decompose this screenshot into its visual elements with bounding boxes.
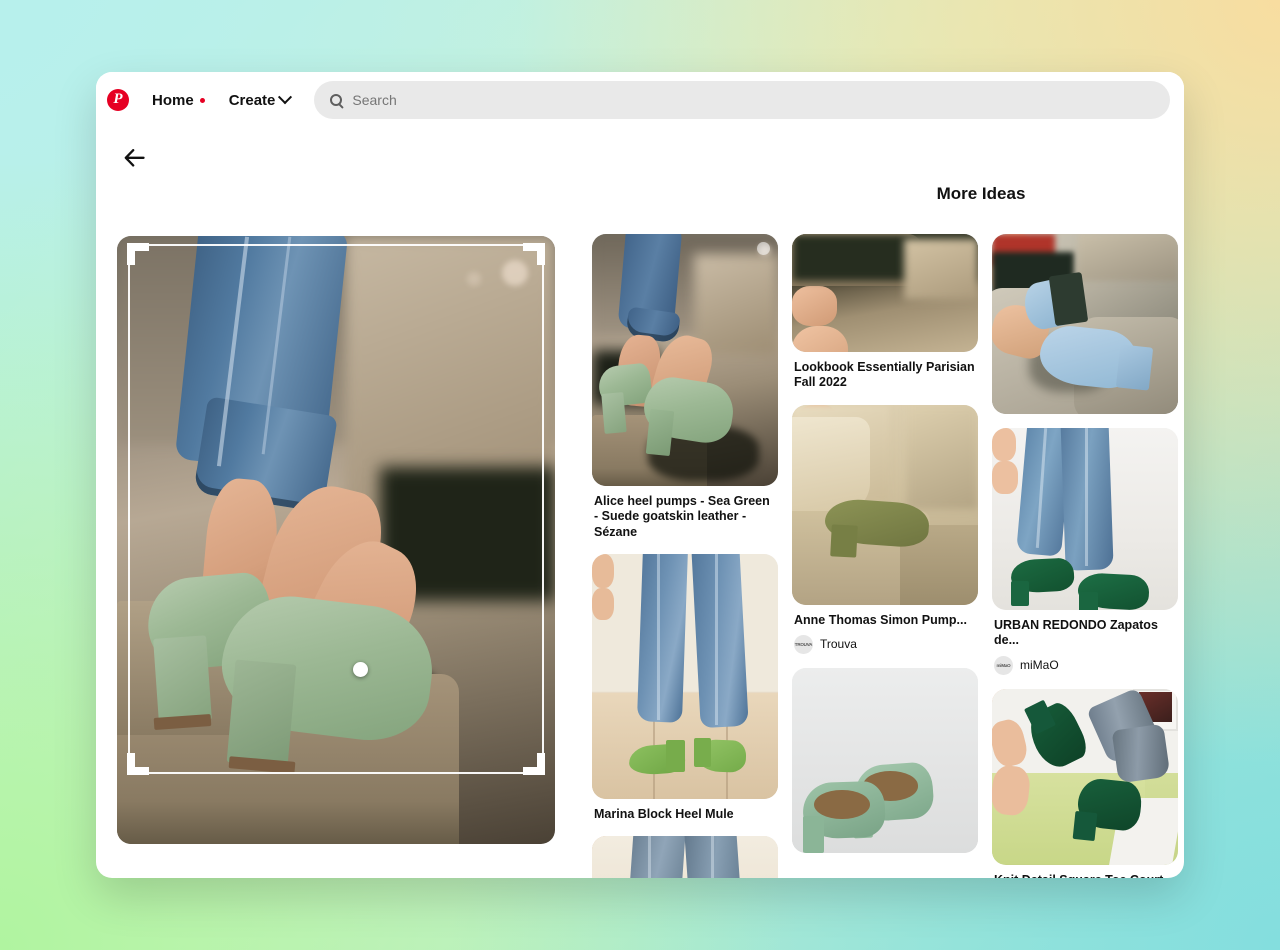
- pin-title: Marina Block Heel Mule: [592, 807, 778, 822]
- page-title: More Ideas: [686, 184, 1184, 204]
- pin-card[interactable]: [792, 668, 978, 853]
- crop-handle-bottom-left-vertical[interactable]: [127, 753, 135, 775]
- pin-scene: [592, 554, 778, 799]
- attribution-name: miMaO: [1020, 658, 1059, 672]
- pin-scene: [992, 689, 1178, 865]
- pinterest-app-window: P Home Create More Ideas: [96, 72, 1184, 878]
- pin-card[interactable]: URBAN REDONDO Zapatos de... miMaO miMaO: [992, 428, 1178, 675]
- more-ideas-grid: Alice heel pumps - Sea Green - Suede goa…: [590, 234, 1184, 878]
- crop-handle-bottom-right-vertical[interactable]: [537, 753, 545, 775]
- grid-column-3: URBAN REDONDO Zapatos de... miMaO miMaO: [992, 234, 1178, 878]
- pin-scene: [792, 405, 978, 605]
- pin-image[interactable]: [992, 428, 1178, 610]
- pinterest-logo-button[interactable]: P: [96, 89, 140, 111]
- pin-image[interactable]: [592, 836, 778, 878]
- grid-column-2: Lookbook Essentially Parisian Fall 2022: [792, 234, 978, 867]
- pin-badge-icon: [757, 242, 770, 255]
- crop-handle-top-right-vertical[interactable]: [537, 243, 545, 265]
- content-area: More Ideas: [96, 128, 1184, 878]
- pin-card[interactable]: Lookbook Essentially Parisian Fall 2022: [792, 234, 978, 391]
- grid-column-1: Alice heel pumps - Sea Green - Suede goa…: [592, 234, 778, 878]
- search-input[interactable]: [352, 92, 1154, 108]
- visual-search-dot[interactable]: [353, 662, 368, 677]
- nav-item-create-label: Create: [229, 92, 276, 109]
- pin-scene: [592, 836, 778, 878]
- pin-scene: [792, 234, 978, 352]
- nav-item-home-label: Home: [152, 92, 194, 109]
- pin-image[interactable]: [992, 234, 1178, 414]
- pin-attribution[interactable]: miMaO miMaO: [992, 656, 1178, 675]
- back-button[interactable]: [114, 138, 154, 178]
- pin-scene: [992, 428, 1178, 610]
- search-icon: [330, 94, 342, 106]
- chevron-down-icon: [278, 90, 292, 104]
- attribution-name: Trouva: [820, 637, 857, 651]
- pin-scene: [992, 234, 1178, 414]
- pin-card[interactable]: Anne Thomas Simon Pump... TROUVA Trouva: [792, 405, 978, 654]
- arrow-left-icon: [124, 149, 145, 167]
- crop-handle-top-left-vertical[interactable]: [127, 243, 135, 265]
- pin-card[interactable]: [592, 836, 778, 878]
- pin-scene: [592, 234, 778, 486]
- notification-dot-icon: [200, 98, 205, 103]
- pinterest-logo-icon: P: [107, 89, 129, 111]
- pin-image[interactable]: [792, 668, 978, 853]
- nav-item-home[interactable]: Home: [140, 84, 217, 117]
- avatar: TROUVA: [794, 635, 813, 654]
- avatar: miMaO: [994, 656, 1013, 675]
- app-header: P Home Create: [96, 72, 1184, 128]
- pin-image[interactable]: [592, 554, 778, 799]
- pin-scene: [792, 668, 978, 853]
- search-bar[interactable]: [314, 81, 1170, 119]
- pin-title: Knit Detail Square Toe Court...: [992, 873, 1178, 879]
- pin-title: Alice heel pumps - Sea Green - Suede goa…: [592, 494, 778, 540]
- pin-image[interactable]: [992, 689, 1178, 865]
- crop-selection-frame[interactable]: [128, 244, 544, 774]
- pin-title: URBAN REDONDO Zapatos de...: [992, 618, 1178, 649]
- pin-title: Lookbook Essentially Parisian Fall 2022: [792, 360, 978, 391]
- pin-card[interactable]: Marina Block Heel Mule: [592, 554, 778, 822]
- pin-card[interactable]: Knit Detail Square Toe Court... EMERY RO…: [992, 689, 1178, 879]
- nav-item-create[interactable]: Create: [217, 84, 303, 117]
- pin-title: Anne Thomas Simon Pump...: [792, 613, 978, 628]
- pin-card[interactable]: [992, 234, 1178, 414]
- pin-image[interactable]: [792, 234, 978, 352]
- pin-card[interactable]: Alice heel pumps - Sea Green - Suede goa…: [592, 234, 778, 540]
- pin-attribution[interactable]: TROUVA Trouva: [792, 635, 978, 654]
- pin-image[interactable]: [592, 234, 778, 486]
- pin-image[interactable]: [792, 405, 978, 605]
- hero-image-card[interactable]: [117, 236, 555, 844]
